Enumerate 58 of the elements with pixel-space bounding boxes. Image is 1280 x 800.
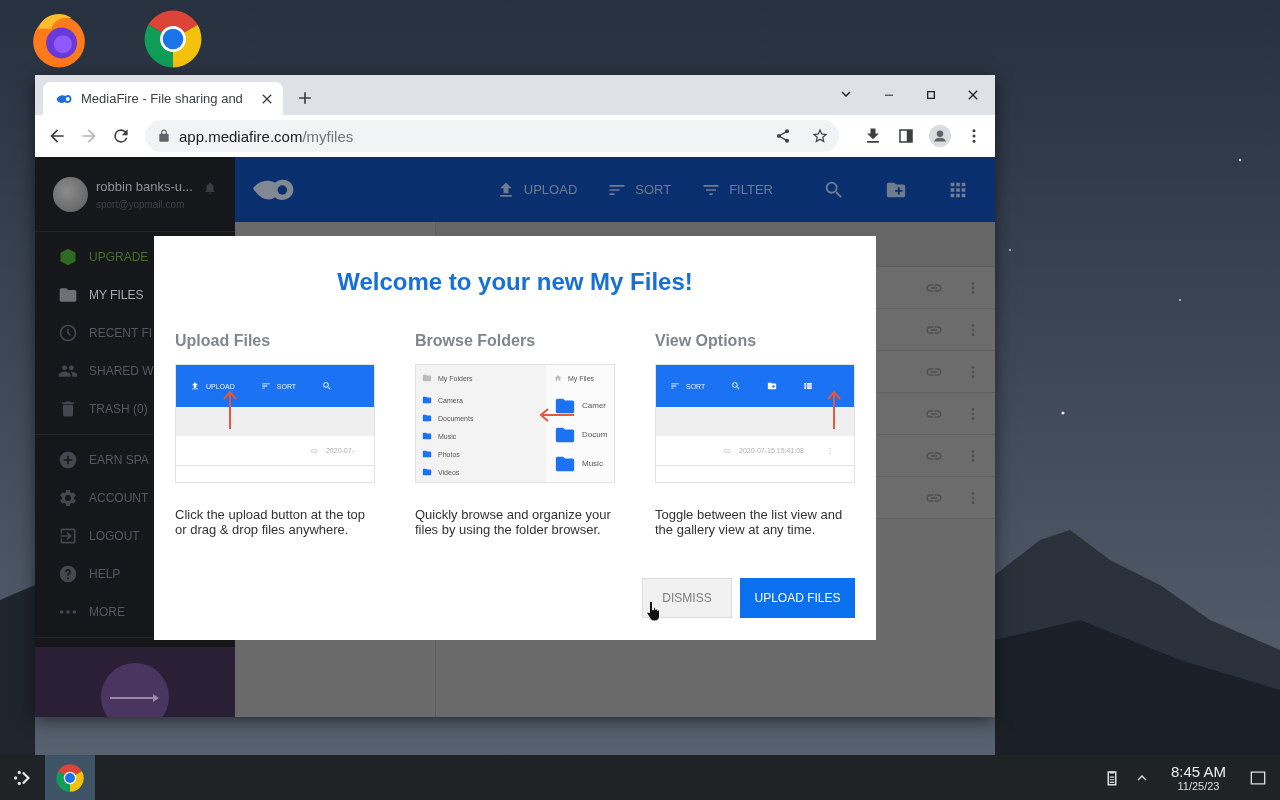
profile-icon[interactable] — [929, 125, 951, 147]
folder-icon — [58, 285, 78, 305]
pointer-arrow — [827, 389, 841, 429]
folder-name: Music — [582, 459, 603, 468]
hand-cursor-icon — [646, 600, 662, 622]
toolbar-button[interactable]: UPLOAD — [495, 179, 578, 200]
address-bar[interactable]: app.mediafire.com/myfiles — [145, 120, 839, 152]
folder-name: Camer — [582, 401, 606, 410]
more-icon — [826, 446, 834, 455]
home-icon — [554, 374, 562, 382]
folder-icon — [422, 431, 432, 441]
exit-icon — [58, 526, 78, 546]
hexagon-icon — [58, 247, 78, 267]
chrome-icon[interactable] — [142, 8, 204, 70]
dialog-title: Welcome to your new My Files! — [336, 268, 694, 296]
gear-icon — [58, 488, 78, 508]
upload-icon — [190, 381, 200, 391]
folder-icon — [422, 449, 432, 459]
reload-icon[interactable] — [111, 126, 131, 146]
feature-description: Click the upload button at the top or drag & drop files anywhere. — [175, 507, 367, 537]
share-icon[interactable] — [775, 128, 791, 144]
question-icon — [58, 564, 78, 584]
feature-heading: Upload Files — [175, 332, 272, 350]
side-panel-icon[interactable] — [897, 127, 915, 145]
feature-description: Toggle between the list view and the gallery view at any time. — [655, 507, 844, 537]
folder-name: Docum — [582, 430, 608, 439]
more-icon — [59, 609, 77, 615]
star-icon[interactable] — [811, 127, 829, 145]
folder-icon — [422, 373, 432, 383]
folder-plus-icon — [767, 381, 778, 391]
search-icon — [322, 381, 333, 391]
feature-heading: Browse Folders — [415, 332, 537, 350]
clock-icon — [58, 323, 78, 343]
feature-heading: View Options — [655, 332, 758, 350]
folder-icon — [422, 467, 432, 477]
url-text: app.mediafire.com/myfiles — [179, 127, 354, 145]
clock-date: 11/25/23 — [1177, 780, 1220, 792]
toolbar-button[interactable]: SORT — [607, 179, 672, 200]
taskbar-app[interactable] — [45, 755, 95, 800]
list-icon — [803, 381, 814, 391]
folder-icon — [422, 395, 432, 405]
folder-icon — [422, 413, 432, 423]
search-icon — [731, 381, 742, 391]
upload-files-button[interactable]: UPLOAD FILES — [740, 578, 855, 618]
avatar[interactable] — [53, 176, 88, 212]
clock-time: 8:45 AM — [1170, 763, 1226, 780]
pointer-arrow — [223, 389, 237, 429]
browser-tab[interactable]: MediaFire - File sharing and — [43, 82, 283, 115]
feature-description: Quickly browse and organize your files by using the folder browser. — [415, 507, 612, 537]
dismiss-button[interactable]: DISMISS — [642, 578, 732, 618]
chrome-icon — [55, 762, 85, 793]
user-name: robbin banks-u... — [96, 178, 194, 194]
toolbar-button[interactable]: FILTER — [701, 179, 773, 200]
link-icon — [723, 446, 731, 455]
lock-icon — [157, 129, 171, 143]
pointer-arrow — [538, 408, 574, 422]
link-icon — [309, 446, 318, 455]
plus-circle-icon — [58, 450, 78, 470]
